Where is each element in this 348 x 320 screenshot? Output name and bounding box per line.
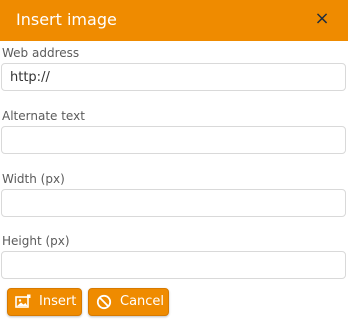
web-address-label: Web address [2,46,80,60]
cancel-icon [96,294,112,310]
width-input[interactable] [1,189,346,217]
dialog-title: Insert image [16,10,117,29]
height-input[interactable] [1,251,346,279]
cancel-button[interactable]: Cancel [88,288,169,316]
dialog-titlebar: Insert image × [0,0,348,41]
cancel-button-label: Cancel [120,294,165,309]
height-label: Height (px) [2,234,70,248]
web-address-input[interactable] [1,63,346,91]
close-icon[interactable]: × [314,9,330,29]
width-label: Width (px) [2,172,65,186]
alternate-text-input[interactable] [1,126,346,154]
insert-button[interactable]: Insert [7,288,82,316]
insert-image-dialog: Insert image × Web address Alternate tex… [0,0,348,320]
dialog-footer: Insert Cancel [0,286,348,320]
insert-image-icon [15,294,31,310]
alternate-text-label: Alternate text [2,109,85,123]
insert-button-label: Insert [39,294,77,309]
